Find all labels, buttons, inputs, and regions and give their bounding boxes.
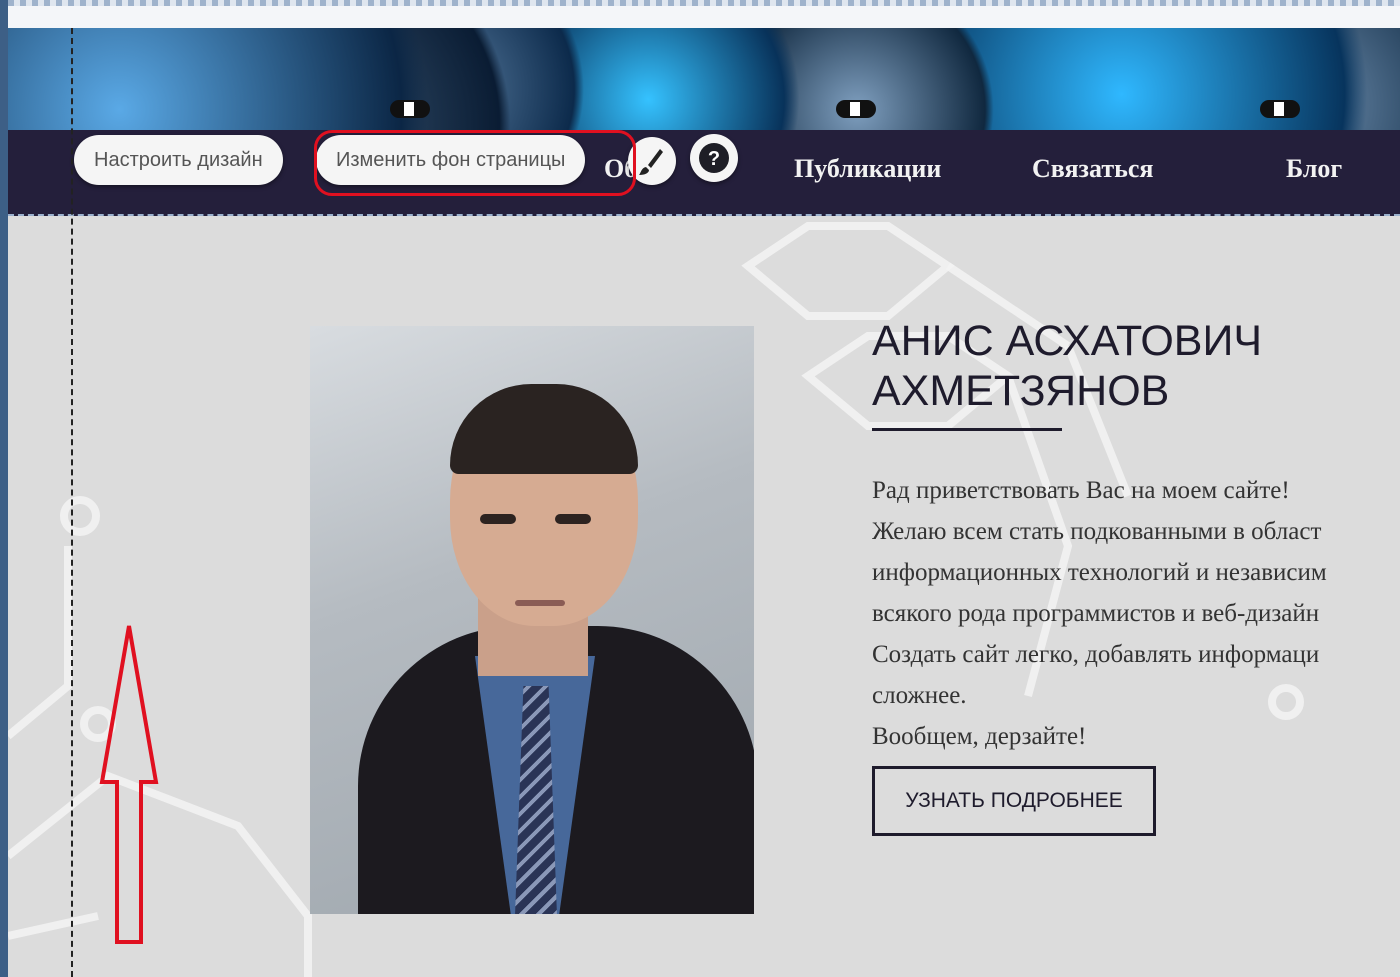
profile-photo	[310, 326, 754, 914]
text-line: Рад приветствовать Вас на моем сайте!	[872, 477, 1290, 504]
header-banner	[8, 28, 1400, 130]
highlight-annotation	[314, 130, 636, 196]
customize-design-button[interactable]: Настроить дизайн	[74, 135, 283, 185]
text-line: Вообщем, дерзайте!	[872, 723, 1087, 750]
nav-item-blog[interactable]: Блог	[1286, 154, 1342, 184]
layout-guide-line	[71, 28, 73, 977]
profile-name: АНИС АСХАТОВИЧ АХМЕТЗЯНОВ	[872, 316, 1262, 416]
learn-more-button[interactable]: УЗНАТЬ ПОДРОБНЕЕ	[872, 766, 1156, 836]
robot-eye	[836, 100, 876, 118]
text-line: всякого рода программистов и веб-дизайн	[872, 600, 1320, 627]
text-line: Желаю всем стать подкованными в област	[872, 518, 1322, 545]
text-line: сложнее.	[872, 682, 967, 709]
title-underline	[872, 428, 1062, 431]
name-line: АНИС АСХАТОВИЧ	[872, 317, 1263, 365]
red-up-arrow	[99, 625, 159, 944]
text-line: информационных технологий и независим	[872, 559, 1327, 586]
welcome-text: Рад приветствовать Вас на моем сайте! Же…	[872, 470, 1400, 757]
name-line: АХМЕТЗЯНОВ	[872, 367, 1170, 415]
text-line: Создать сайт легко, добавлять информаци	[872, 641, 1320, 668]
nav-item-contact[interactable]: Связаться	[1032, 154, 1153, 184]
robot-eye	[1260, 100, 1300, 118]
page-frame: Об Публикации Связаться Блог Настроить д…	[8, 0, 1400, 977]
nav-item-publications[interactable]: Публикации	[794, 154, 941, 184]
browser-top-strip	[8, 0, 1400, 28]
svg-text:?: ?	[708, 148, 720, 170]
help-button[interactable]: ?	[690, 134, 738, 182]
robot-eye	[390, 100, 430, 118]
top-navigation: Об Публикации Связаться Блог Настроить д…	[8, 130, 1400, 216]
question-icon: ?	[699, 143, 729, 173]
